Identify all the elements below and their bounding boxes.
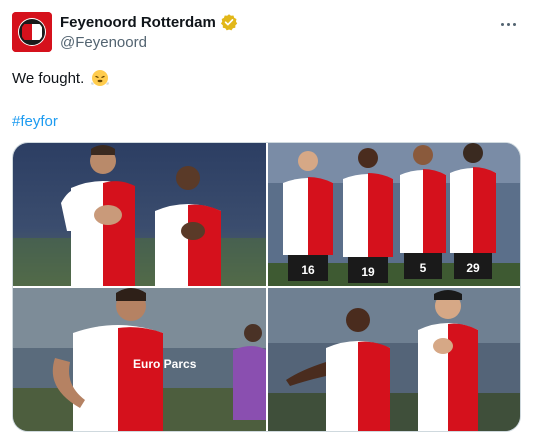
jersey-number-29: 29 — [466, 261, 480, 275]
photo-4[interactable] — [268, 288, 520, 431]
author-name[interactable]: Feyenoord Rotterdam — [60, 13, 238, 31]
jersey-number-19: 19 — [361, 265, 375, 279]
author-handle[interactable]: @Feyenoord — [60, 34, 147, 51]
photo-3-image: Euro Parcs — [13, 288, 266, 431]
avatar[interactable] — [12, 12, 52, 52]
shirt-sponsor-text: Euro Parcs — [133, 357, 197, 371]
media-grid: 16 19 5 29 Euro Parcs — [12, 142, 521, 432]
jersey-number-5: 5 — [420, 261, 427, 275]
photo-1-image — [13, 143, 266, 286]
verified-badge-icon — [220, 14, 238, 31]
face-with-steam-from-nose-emoji — [91, 70, 110, 86]
tweet: Feyenoord Rotterdam @Feyenoord We fought… — [0, 0, 534, 438]
jersey-number-16: 16 — [301, 263, 315, 277]
photo-2[interactable]: 16 19 5 29 — [268, 143, 520, 286]
feyenoord-crest-icon — [12, 12, 52, 52]
tweet-text-content: We fought. — [12, 69, 85, 87]
photo-3[interactable]: Euro Parcs — [13, 288, 266, 431]
author-display-name: Feyenoord Rotterdam — [60, 13, 216, 31]
photo-2-image: 16 19 5 29 — [268, 143, 520, 286]
hashtag-link[interactable]: #feyfor — [12, 113, 58, 130]
tweet-text: We fought. — [12, 68, 110, 88]
photo-1[interactable] — [13, 143, 266, 286]
photo-4-image — [268, 288, 520, 431]
more-options-icon[interactable] — [498, 14, 518, 34]
